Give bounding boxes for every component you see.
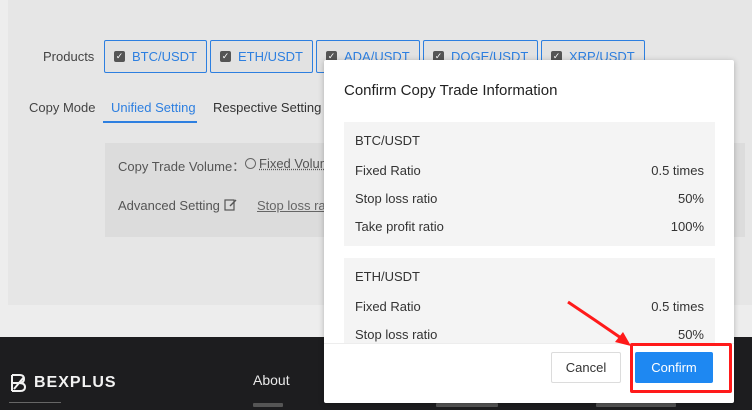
bexplus-logo-icon [11,374,27,392]
checkbox-checked-icon: ✓ [220,51,231,62]
advanced-setting-label: Advanced Setting [118,198,220,213]
row-value: 50% [677,191,704,206]
radio-icon[interactable] [245,158,256,169]
stop-loss-ratio-link[interactable]: Stop loss ratio [257,198,325,213]
confirm-highlight-annotation [630,343,732,393]
section-pair: BTC/USDT [355,133,420,148]
annotation-arrow-icon [567,300,631,346]
checkbox-checked-icon: ✓ [114,51,125,62]
row-value: 50% [677,327,704,342]
info-row-take-profit: Take profit ratio 100% [355,219,704,234]
dialog-title: Confirm Copy Trade Information [344,82,558,99]
row-value: 0.5 times [651,299,704,314]
dialog-body[interactable]: BTC/USDT Fixed Ratio 0.5 times Stop loss… [344,122,715,343]
product-chip-label: BTC/USDT [132,49,197,64]
cancel-button[interactable]: Cancel [551,352,621,383]
tab-unified-setting[interactable]: Unified Setting [111,100,196,115]
footer-divider [9,402,61,403]
info-row-fixed-ratio: Fixed Ratio 0.5 times [355,299,704,314]
footer-about-heading: About [253,372,290,388]
footer-link[interactable] [253,403,283,407]
trade-info-section-eth: ETH/USDT Fixed Ratio 0.5 times Stop loss… [344,258,715,343]
products-label: Products [43,49,95,64]
fixed-volume-option[interactable]: Fixed Volume [259,156,325,171]
product-chip-btc[interactable]: ✓ BTC/USDT [104,40,207,73]
copy-mode-label: Copy Mode [29,100,96,115]
row-label: Stop loss ratio [355,191,438,206]
trade-info-section-btc: BTC/USDT Fixed Ratio 0.5 times Stop loss… [344,122,715,246]
info-row-stop-loss: Stop loss ratio 50% [355,191,704,206]
copy-trade-volume-label: Copy Trade Volume： [118,159,246,174]
product-chip-label: ETH/USDT [238,49,303,64]
footer-link[interactable] [596,403,676,407]
row-label: Fixed Ratio [355,163,421,178]
info-row-stop-loss: Stop loss ratio 50% [355,327,704,342]
row-label: Fixed Ratio [355,299,421,314]
row-label: Stop loss ratio [355,327,438,342]
product-chip-eth[interactable]: ✓ ETH/USDT [210,40,313,73]
row-label: Take profit ratio [355,219,444,234]
tab-respective-setting[interactable]: Respective Setting [213,100,321,115]
info-row-fixed-ratio: Fixed Ratio 0.5 times [355,163,704,178]
edit-icon[interactable] [224,198,237,211]
active-tab-indicator [103,121,197,123]
bexplus-logo[interactable]: BEXPLUS [9,373,117,393]
brand-name: BEXPLUS [34,374,117,391]
row-value: 100% [670,219,704,234]
section-pair: ETH/USDT [355,269,420,284]
row-value: 0.5 times [651,163,704,178]
footer-link[interactable] [436,403,498,407]
